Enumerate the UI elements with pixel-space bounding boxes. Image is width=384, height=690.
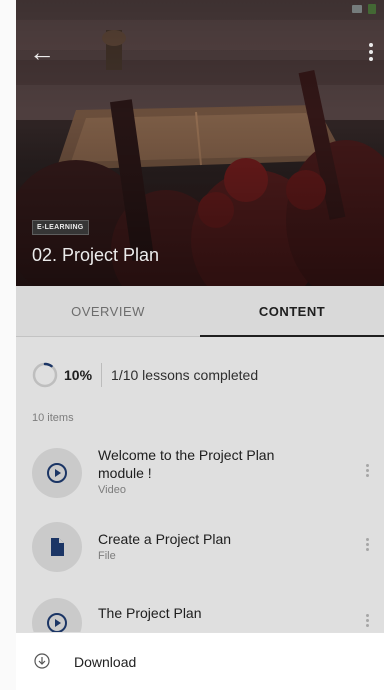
signal-icon <box>352 5 362 13</box>
file-icon <box>51 538 64 556</box>
lessons-completed-text: 1/10 lessons completed <box>111 367 259 383</box>
left-gutter <box>0 0 16 690</box>
course-title: 02. Project Plan <box>32 245 160 265</box>
list-item[interactable]: Create a Project Plan File <box>16 512 384 582</box>
more-options-icon[interactable] <box>364 40 378 68</box>
course-hero-image: ← E-LEARNING 02. Project Plan <box>16 0 384 286</box>
app-screen: ← E-LEARNING 02. Project Plan OVERVIEW C… <box>16 0 384 690</box>
item-more-icon[interactable] <box>364 462 370 482</box>
tab-bar: OVERVIEW CONTENT <box>16 286 384 337</box>
item-icon-circle <box>32 522 82 572</box>
hero-scrim <box>16 0 384 286</box>
item-more-icon[interactable] <box>364 612 370 632</box>
bottom-sheet: Download <box>16 632 384 690</box>
battery-icon <box>368 4 376 14</box>
progress-summary: 10% 1/10 lessons completed <box>32 360 258 390</box>
item-title: The Project Plan <box>98 605 202 621</box>
tab-content[interactable]: CONTENT <box>200 286 384 337</box>
item-icon-circle <box>32 448 82 498</box>
item-title: Welcome to the Project Plan module ! <box>98 447 275 481</box>
tab-overview[interactable]: OVERVIEW <box>16 286 200 336</box>
progress-ring-icon <box>32 362 58 388</box>
item-type: File <box>98 550 116 562</box>
download-option[interactable]: Download <box>74 654 136 670</box>
item-type: Video <box>98 484 126 496</box>
list-item[interactable]: Welcome to the Project Plan module ! Vid… <box>16 438 384 508</box>
progress-percent: 10% <box>64 367 93 383</box>
status-bar-icons <box>352 4 376 14</box>
back-arrow-icon[interactable]: ← <box>28 38 56 66</box>
download-icon <box>34 653 50 669</box>
item-more-icon[interactable] <box>364 536 370 556</box>
play-icon <box>47 463 67 483</box>
course-type-badge: E-LEARNING <box>32 220 89 235</box>
progress-divider <box>101 363 103 387</box>
item-title: Create a Project Plan <box>98 531 232 547</box>
items-count: 10 items <box>32 412 74 424</box>
